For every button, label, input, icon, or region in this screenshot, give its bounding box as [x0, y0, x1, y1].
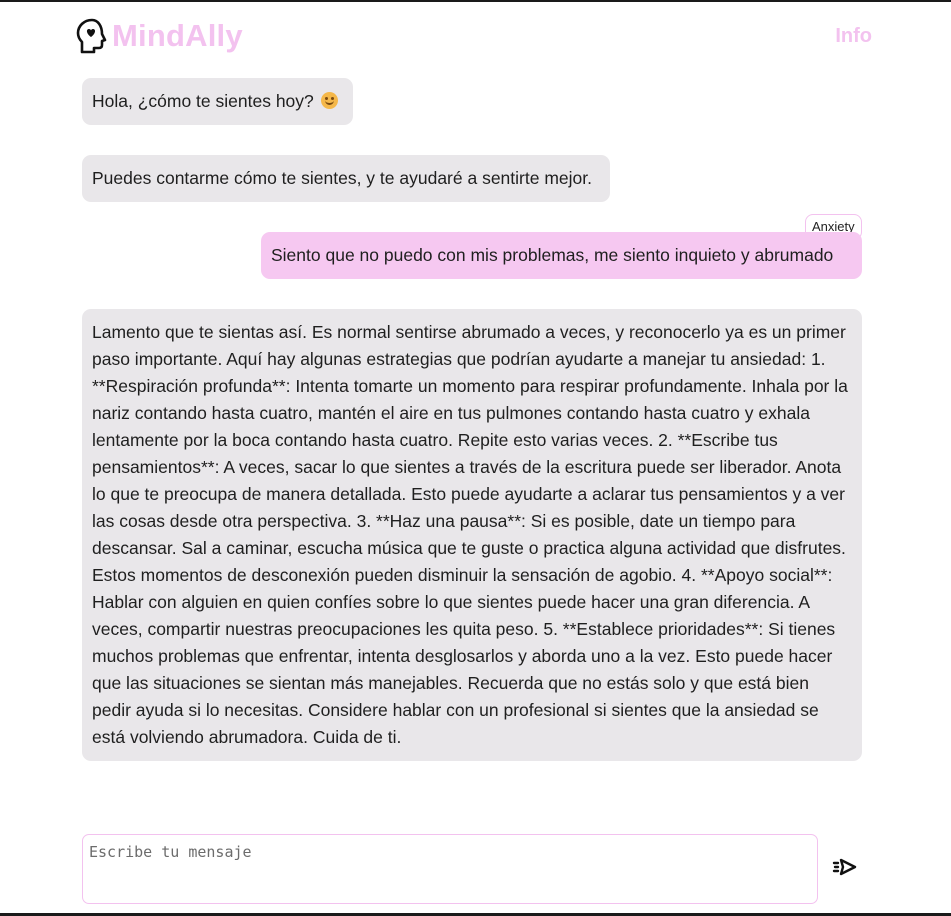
message-text: Siento que no puedo con mis problemas, m… — [271, 245, 834, 265]
brand-name: MindAlly — [112, 18, 243, 53]
window-top-border — [0, 0, 951, 2]
app-header: MindAlly Info — [76, 14, 876, 62]
message-text: Hola, ¿cómo te sientes hoy? — [92, 91, 314, 111]
send-button[interactable] — [832, 854, 858, 880]
head-heart-icon — [76, 18, 108, 54]
user-message: Siento que no puedo con mis problemas, m… — [261, 232, 862, 279]
message-composer — [82, 834, 818, 904]
brand[interactable]: MindAlly — [76, 18, 243, 54]
bot-message-response: Lamento que te sientas así. Es normal se… — [82, 309, 862, 761]
info-link[interactable]: Info — [835, 25, 872, 48]
bot-message-prompt: Puedes contarme cómo te sientes, y te ay… — [82, 155, 610, 202]
message-text: Lamento que te sientas así. Es normal se… — [92, 322, 848, 747]
message-text: Puedes contarme cómo te sientes, y te ay… — [92, 168, 592, 188]
bot-message-greeting: Hola, ¿cómo te sientes hoy? — [82, 78, 353, 125]
smiling-face-icon — [320, 92, 338, 109]
send-icon — [832, 858, 857, 876]
message-input[interactable] — [82, 834, 818, 904]
